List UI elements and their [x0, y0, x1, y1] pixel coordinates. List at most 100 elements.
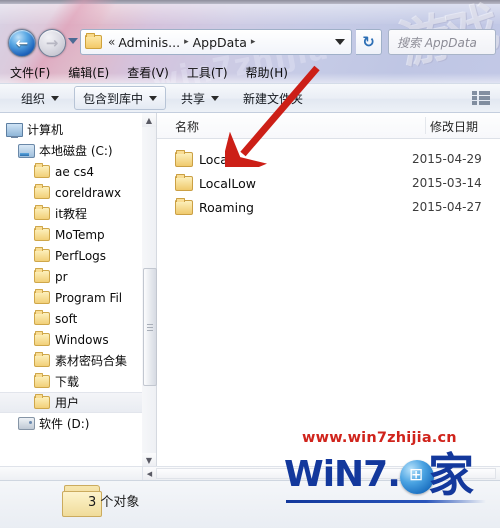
share-button[interactable]: 共享: [172, 86, 228, 110]
search-placeholder: 搜索 AppData: [397, 35, 477, 50]
menu-tools[interactable]: 工具(T): [187, 64, 228, 81]
include-in-library-label: 包含到库中: [83, 91, 144, 106]
menu-file[interactable]: 文件(F): [10, 64, 50, 81]
nav-item-14[interactable]: 软件 (D:): [0, 413, 142, 434]
file-row[interactable]: Local 2015-04-29: [157, 147, 500, 171]
scroll-down-button[interactable]: ▼: [142, 453, 156, 467]
column-header-row: 名称 修改日期: [157, 113, 500, 139]
folder-icon: [34, 393, 50, 410]
nav-item-label: Windows: [55, 332, 109, 347]
file-modified-date: 2015-04-27: [412, 200, 482, 214]
nav-item-12[interactable]: 下载: [0, 371, 142, 392]
nav-item-label: coreldrawx: [55, 185, 122, 200]
navigation-row: ← → « Adminis... ▸ AppData ▸ ↻ 搜索 AppDat…: [0, 26, 500, 62]
nav-item-label: it教程: [55, 207, 88, 221]
computer-icon: [6, 122, 23, 138]
nav-item-10[interactable]: Windows: [0, 329, 142, 350]
scroll-left-button[interactable]: ◀: [142, 467, 156, 480]
folder-icon: [34, 330, 50, 347]
breadcrumb-appdata[interactable]: AppData: [193, 35, 247, 50]
chevron-down-icon: [51, 95, 60, 101]
breadcrumb-separator-2[interactable]: ▸: [251, 37, 256, 47]
status-bar: 3 个对象: [0, 480, 500, 528]
nav-item-6[interactable]: PerfLogs: [0, 245, 142, 266]
navigation-pane: 计算机本地磁盘 (C:) ae cs4 coreldrawx it教程 MoTemp Pe…: [0, 113, 143, 480]
forward-button[interactable]: →: [38, 29, 66, 57]
nav-item-label: 用户: [55, 396, 80, 410]
view-mode-icon[interactable]: [472, 91, 490, 106]
share-label: 共享: [181, 91, 206, 106]
horizontal-scroll-track[interactable]: [156, 468, 496, 479]
breadcrumb-separator-1[interactable]: ▸: [184, 37, 189, 47]
nav-item-label: MoTemp: [55, 227, 105, 242]
nav-item-label: 素材密码合集: [55, 354, 128, 368]
nav-item-label: 计算机: [27, 123, 64, 137]
breadcrumb-overflow-icon[interactable]: «: [108, 35, 115, 49]
folder-icon: [34, 288, 50, 305]
nav-item-1[interactable]: 本地磁盘 (C:): [0, 140, 142, 161]
nav-item-label: 本地磁盘 (C:): [39, 144, 113, 158]
menu-edit[interactable]: 编辑(E): [68, 64, 109, 81]
search-input[interactable]: 搜索 AppData: [388, 29, 496, 55]
organize-label: 组织: [21, 91, 46, 106]
hard-drive-icon: [18, 143, 35, 158]
nav-item-7[interactable]: pr: [0, 266, 142, 287]
scroll-up-button[interactable]: ▲: [142, 113, 156, 127]
chevron-down-icon[interactable]: [335, 39, 345, 45]
menu-view[interactable]: 查看(V): [127, 64, 169, 81]
menu-help[interactable]: 帮助(H): [246, 64, 288, 81]
folder-icon: [34, 246, 50, 263]
refresh-button[interactable]: ↻: [356, 29, 382, 55]
column-header-name[interactable]: 名称: [175, 118, 199, 135]
new-folder-label: 新建文件夹: [243, 91, 304, 106]
new-folder-button[interactable]: 新建文件夹: [234, 86, 312, 110]
folder-icon: [175, 173, 193, 191]
nav-item-9[interactable]: soft: [0, 308, 142, 329]
nav-item-5[interactable]: MoTemp: [0, 224, 142, 245]
folder-icon: [34, 225, 50, 242]
history-dropdown-icon[interactable]: [68, 38, 78, 44]
file-name: LocalLow: [199, 175, 257, 191]
folder-icon: [34, 372, 50, 389]
nav-item-label: soft: [55, 311, 78, 326]
file-name: Roaming: [199, 199, 254, 215]
folder-icon: [85, 33, 102, 49]
folder-icon: [34, 162, 50, 179]
nav-item-13[interactable]: 用户: [0, 392, 142, 413]
nav-item-8[interactable]: Program Fil: [0, 287, 142, 308]
file-modified-date: 2015-04-29: [412, 152, 482, 166]
forward-arrow-icon: →: [45, 33, 59, 52]
nav-item-2[interactable]: ae cs4: [0, 161, 142, 182]
nav-item-11[interactable]: 素材密码合集: [0, 350, 142, 371]
file-modified-date: 2015-03-14: [412, 176, 482, 190]
folder-icon: [175, 197, 193, 215]
breadcrumb-user[interactable]: Adminis...: [118, 35, 180, 50]
file-row[interactable]: Roaming 2015-04-27: [157, 195, 500, 219]
chevron-down-icon: [211, 95, 220, 101]
folder-icon: [34, 351, 50, 368]
column-header-date[interactable]: 修改日期: [430, 118, 478, 135]
nav-item-3[interactable]: coreldrawx: [0, 182, 142, 203]
nav-item-label: 下载: [55, 375, 80, 389]
file-list: Local 2015-04-29 LocalLow 2015-03-14 Roaming…: [157, 139, 500, 219]
file-list-pane: 名称 修改日期 Local 2015-04-29 LocalLow 2015-03-1…: [157, 113, 500, 480]
nav-item-label: pr: [55, 269, 68, 284]
include-in-library-button[interactable]: 包含到库中: [74, 86, 167, 110]
nav-item-label: ae cs4: [55, 164, 95, 179]
nav-item-label: 软件 (D:): [39, 417, 90, 431]
refresh-icon: ↻: [362, 33, 375, 51]
file-row[interactable]: LocalLow 2015-03-14: [157, 171, 500, 195]
folder-icon: [34, 183, 50, 200]
scrollbar-thumb[interactable]: [143, 268, 157, 386]
nav-item-0[interactable]: 计算机: [0, 119, 142, 140]
column-divider[interactable]: [425, 117, 426, 134]
nav-item-label: PerfLogs: [55, 248, 107, 263]
file-name: Local: [199, 151, 232, 167]
address-bar[interactable]: « Adminis... ▸ AppData ▸: [80, 29, 352, 55]
nav-item-4[interactable]: it教程: [0, 203, 142, 224]
drive-icon: [18, 416, 35, 431]
back-button[interactable]: ←: [8, 29, 36, 57]
organize-button[interactable]: 组织: [12, 86, 68, 110]
horizontal-scrollbar[interactable]: ◀: [0, 466, 500, 480]
navigation-scrollbar[interactable]: ▲ ▼: [142, 113, 157, 467]
